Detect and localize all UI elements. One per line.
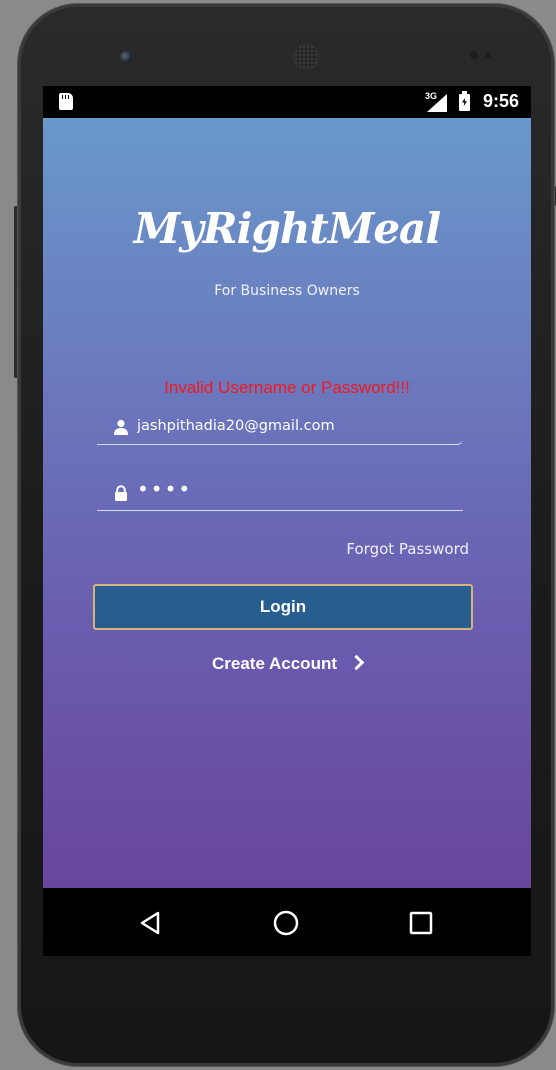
lock-icon bbox=[115, 485, 127, 501]
create-account-link[interactable]: Create Account bbox=[43, 654, 531, 674]
username-field[interactable] bbox=[97, 408, 463, 445]
proximity-sensor-icon bbox=[470, 51, 478, 59]
earpiece-speaker-icon bbox=[294, 45, 318, 69]
app-logo: MyRightMeal bbox=[133, 204, 441, 253]
sd-card-icon bbox=[59, 93, 73, 110]
chevron-right-icon bbox=[348, 654, 365, 671]
navigation-bar bbox=[43, 888, 531, 956]
password-input[interactable] bbox=[137, 477, 457, 501]
recents-icon[interactable] bbox=[406, 908, 436, 938]
forgot-password-link[interactable]: Forgot Password bbox=[346, 540, 469, 558]
login-button[interactable]: Login bbox=[93, 584, 473, 630]
error-message: Invalid Username or Password!!! bbox=[164, 378, 410, 397]
password-field[interactable] bbox=[97, 474, 463, 511]
battery-charging-icon bbox=[459, 91, 470, 111]
user-icon bbox=[114, 419, 128, 435]
status-clock: 9:56 bbox=[482, 91, 519, 111]
create-account-label: Create Account bbox=[211, 654, 337, 673]
app-subtitle: For Business Owners bbox=[214, 283, 360, 299]
login-screen: MyRightMeal For Business Owners Invalid … bbox=[43, 118, 531, 888]
network-type-label: 3G bbox=[425, 91, 438, 101]
front-camera-icon bbox=[120, 51, 132, 63]
device-screen: 3G 9:56 MyRightMeal For Business Owners … bbox=[43, 86, 531, 956]
status-bar: 3G 9:56 bbox=[43, 86, 531, 118]
username-input[interactable] bbox=[137, 414, 457, 438]
back-icon[interactable] bbox=[136, 908, 166, 938]
home-icon[interactable] bbox=[271, 908, 301, 938]
